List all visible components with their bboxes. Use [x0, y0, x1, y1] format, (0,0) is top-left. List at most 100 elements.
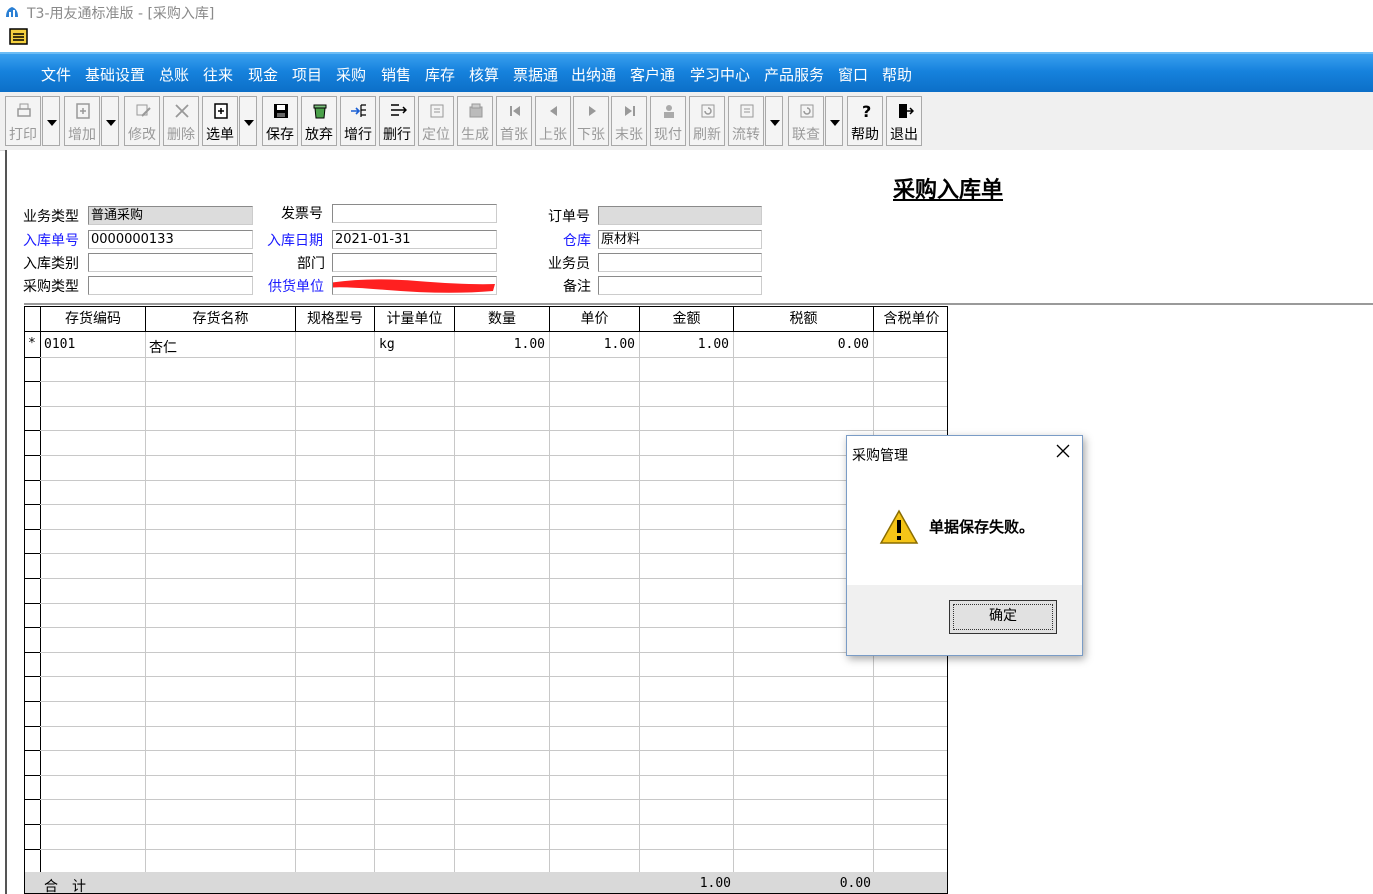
dialog-title: 采购管理 — [852, 448, 908, 464]
menu-cash[interactable]: 现金 — [248, 64, 278, 85]
prev-label: 上张 — [539, 127, 567, 143]
save-icon — [274, 104, 288, 118]
cell-name[interactable]: 杏仁 — [149, 337, 177, 357]
menu-accounts[interactable]: 往来 — [203, 64, 233, 85]
print-button[interactable]: 打印 — [5, 96, 41, 146]
close-icon[interactable] — [1054, 442, 1072, 460]
exit-label: 退出 — [890, 127, 918, 143]
menu-bill[interactable]: 票据通 — [513, 64, 558, 85]
pay-now-button[interactable]: 现付 — [650, 96, 686, 146]
menu-inventory[interactable]: 库存 — [425, 64, 455, 85]
next-label: 下张 — [577, 127, 605, 143]
exit-button[interactable]: 退出 — [886, 96, 922, 146]
total-amount: 1.00 — [699, 876, 731, 891]
last-button[interactable]: 末张 — [611, 96, 647, 146]
business-type-field[interactable]: 普通采购 — [88, 206, 253, 225]
salesperson-field[interactable] — [598, 253, 762, 272]
invoice-no-field[interactable] — [332, 204, 497, 223]
grid-vline — [145, 332, 146, 893]
grid-row-line — [25, 676, 947, 677]
total-label: 合 计 — [44, 879, 86, 894]
generate-button[interactable]: 生成 — [457, 96, 493, 146]
grid-row-line — [25, 775, 947, 776]
document-icon[interactable] — [8, 27, 30, 47]
menu-sales[interactable]: 销售 — [381, 64, 411, 85]
menu-accounting[interactable]: 核算 — [469, 64, 499, 85]
cell-qty[interactable]: 1.00 — [514, 337, 545, 352]
remark-label: 备注 — [563, 279, 591, 295]
menu-basic-settings[interactable]: 基础设置 — [85, 64, 145, 85]
receipt-no-field[interactable]: 0000000133 — [88, 230, 253, 249]
cell-code[interactable]: 0101 — [44, 337, 75, 352]
cell-price[interactable]: 1.00 — [604, 337, 635, 352]
grid-row-line — [25, 726, 947, 727]
grid-row-line — [25, 849, 947, 850]
link-dropdown[interactable] — [825, 96, 843, 146]
row-indicator-tick — [25, 775, 40, 776]
cell-amount[interactable]: 1.00 — [698, 337, 729, 352]
col-header-name[interactable]: 存货名称 — [146, 307, 296, 332]
refresh-button[interactable]: 刷新 — [689, 96, 725, 146]
menu-file[interactable]: 文件 — [41, 64, 71, 85]
flow-button[interactable]: 流转 — [728, 96, 764, 146]
col-header-tax-price[interactable]: 含税单价 — [874, 307, 947, 332]
grid-row-line — [25, 529, 947, 530]
order-no-field[interactable] — [598, 206, 762, 225]
col-header-price[interactable]: 单价 — [550, 307, 640, 332]
col-header-qty[interactable]: 数量 — [455, 307, 550, 332]
menu-customer[interactable]: 客户通 — [630, 64, 675, 85]
discard-button[interactable]: 放弃 — [301, 96, 337, 146]
modify-button[interactable]: 修改 — [124, 96, 160, 146]
help-button[interactable]: ? 帮助 — [847, 96, 883, 146]
select-dropdown[interactable] — [239, 96, 257, 146]
menu-help[interactable]: 帮助 — [882, 64, 912, 85]
receipt-date-field[interactable]: 2021-01-31 — [332, 230, 497, 249]
menu-learning[interactable]: 学习中心 — [690, 64, 750, 85]
ok-button[interactable]: 确定 — [949, 600, 1057, 634]
next-button[interactable]: 下张 — [573, 96, 609, 146]
delete-button[interactable]: 删除 — [163, 96, 199, 146]
row-indicator-tick — [25, 357, 40, 358]
row-indicator-tick — [25, 726, 40, 727]
flow-dropdown[interactable] — [765, 96, 783, 146]
col-header-unit[interactable]: 计量单位 — [375, 307, 455, 332]
link-label: 联查 — [792, 127, 820, 143]
remark-field[interactable] — [598, 276, 762, 295]
grid-row-line — [25, 750, 947, 751]
col-header-amount[interactable]: 金额 — [640, 307, 734, 332]
col-header-spec[interactable]: 规格型号 — [296, 307, 375, 332]
delete-row-button[interactable]: 删行 — [379, 96, 415, 146]
add-label: 增加 — [68, 127, 96, 143]
add-row-button[interactable]: 增行 — [340, 96, 376, 146]
department-field[interactable] — [332, 253, 497, 272]
add-button[interactable]: 增加 — [64, 96, 100, 146]
locate-label: 定位 — [422, 127, 450, 143]
cell-unit[interactable]: kg — [379, 337, 395, 352]
cell-tax[interactable]: 0.00 — [838, 337, 869, 352]
total-row: 合 计 1.00 0.00 — [25, 872, 947, 894]
receipt-category-field[interactable] — [88, 253, 253, 272]
col-header-code[interactable]: 存货编码 — [41, 307, 146, 332]
add-dropdown[interactable] — [101, 96, 119, 146]
menu-product-service[interactable]: 产品服务 — [764, 64, 824, 85]
link-button[interactable]: 联查 — [788, 96, 824, 146]
supplier-label: 供货单位 — [268, 279, 324, 295]
warehouse-field[interactable]: 原材料 — [598, 230, 762, 249]
menu-project[interactable]: 项目 — [292, 64, 322, 85]
menu-purchase[interactable]: 采购 — [336, 64, 366, 85]
print-dropdown[interactable] — [42, 96, 60, 146]
menu-cashier[interactable]: 出纳通 — [571, 64, 616, 85]
menu-general-ledger[interactable]: 总账 — [159, 64, 189, 85]
prev-button[interactable]: 上张 — [535, 96, 571, 146]
purchase-type-field[interactable] — [88, 276, 253, 295]
supplier-field[interactable] — [332, 276, 497, 295]
first-label: 首张 — [500, 127, 528, 143]
col-header-tax[interactable]: 税额 — [734, 307, 874, 332]
select-button[interactable]: 选单 — [202, 96, 238, 146]
warning-icon — [879, 509, 919, 544]
item-grid[interactable]: 存货编码 存货名称 规格型号 计量单位 数量 单价 金额 税额 含税单价 * 0… — [24, 306, 948, 894]
menu-window[interactable]: 窗口 — [838, 64, 868, 85]
first-button[interactable]: 首张 — [496, 96, 532, 146]
locate-button[interactable]: 定位 — [418, 96, 454, 146]
save-button[interactable]: 保存 — [262, 96, 298, 146]
